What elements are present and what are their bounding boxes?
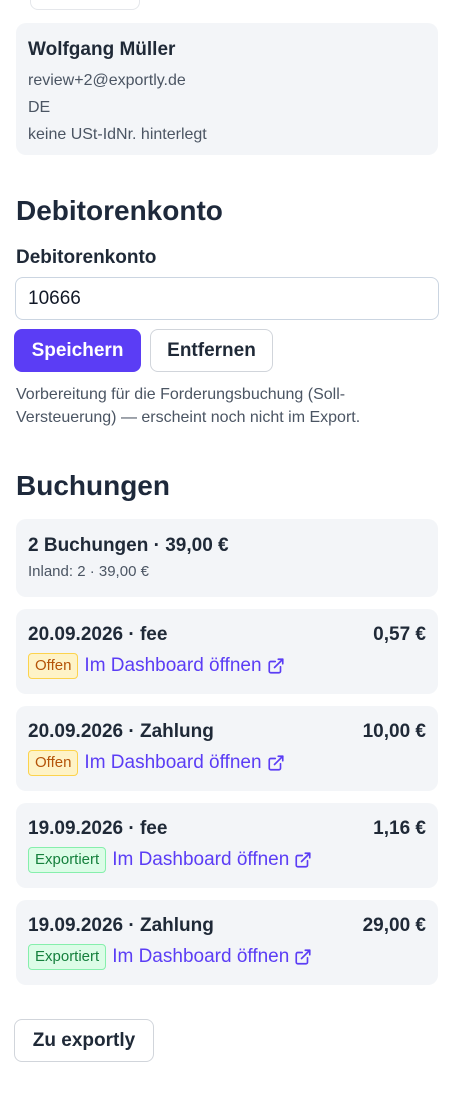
- dashboard-link[interactable]: Im Dashboard öffnen: [112, 946, 312, 968]
- status-badge: Exportiert: [28, 847, 107, 873]
- buchungen-heading: Buchungen: [16, 470, 170, 501]
- dashboard-link-label: Im Dashboard öffnen: [84, 655, 262, 676]
- external-link-icon: [295, 949, 311, 965]
- booking-amount: 10,00 €: [362, 721, 426, 742]
- booking-title: 19.09.2026 · Zahlung: [28, 915, 214, 936]
- booking-title: 19.09.2026 · fee: [28, 818, 168, 839]
- debitor-input[interactable]: [15, 277, 439, 320]
- debitor-help-text: Vorbereitung für die Forderungsbuchung (…: [16, 386, 361, 426]
- contact-name: Wolfgang Müller: [28, 39, 176, 60]
- list-item: 20.09.2026 · fee 0,57 € Offen Im Dashboa…: [16, 609, 438, 694]
- booking-title: 20.09.2026 · fee: [28, 624, 168, 645]
- debitor-heading: Debitorenkonto: [16, 195, 223, 226]
- booking-amount: 1,16 €: [373, 818, 426, 839]
- booking-title: 20.09.2026 · Zahlung: [28, 721, 214, 742]
- buchungen-summary: 2 Buchungen · 39,00 € Inland: 2 · 39,00 …: [16, 519, 438, 597]
- dashboard-link-label: Im Dashboard öffnen: [84, 752, 262, 773]
- back-to-exportly-button[interactable]: Zu exportly: [14, 1019, 154, 1062]
- status-badge: Offen: [28, 653, 79, 679]
- summary-title: 2 Buchungen · 39,00 €: [28, 535, 229, 556]
- dashboard-link-label: Im Dashboard öffnen: [112, 849, 290, 870]
- previous-button-edge: [30, 0, 140, 10]
- contact-email: review+2@exportly.de: [28, 72, 186, 89]
- dashboard-link[interactable]: Im Dashboard öffnen: [84, 655, 284, 677]
- list-item: 19.09.2026 · Zahlung 29,00 € Exportiert …: [16, 900, 438, 985]
- dashboard-link-label: Im Dashboard öffnen: [112, 946, 290, 967]
- external-link-icon: [295, 852, 311, 868]
- dashboard-link[interactable]: Im Dashboard öffnen: [84, 752, 284, 774]
- debitor-label: Debitorenkonto: [16, 247, 157, 268]
- contact-vat: keine USt-IdNr. hinterlegt: [28, 126, 207, 143]
- status-badge: Offen: [28, 750, 79, 776]
- contact-country: DE: [28, 99, 51, 116]
- dashboard-link[interactable]: Im Dashboard öffnen: [112, 849, 312, 871]
- external-link-icon: [267, 658, 284, 674]
- save-button[interactable]: Speichern: [14, 329, 141, 372]
- contact-card: Wolfgang Müller review+2@exportly.de DE …: [16, 23, 438, 155]
- list-item: 19.09.2026 · fee 1,16 € Exportiert Im Da…: [16, 803, 438, 888]
- booking-amount: 29,00 €: [362, 915, 426, 936]
- booking-amount: 0,57 €: [373, 624, 426, 645]
- remove-button[interactable]: Entfernen: [150, 329, 273, 372]
- external-link-icon: [267, 755, 284, 771]
- status-badge: Exportiert: [28, 944, 107, 970]
- summary-sub: Inland: 2 · 39,00 €: [28, 563, 149, 580]
- list-item: 20.09.2026 · Zahlung 10,00 € Offen Im Da…: [16, 706, 438, 791]
